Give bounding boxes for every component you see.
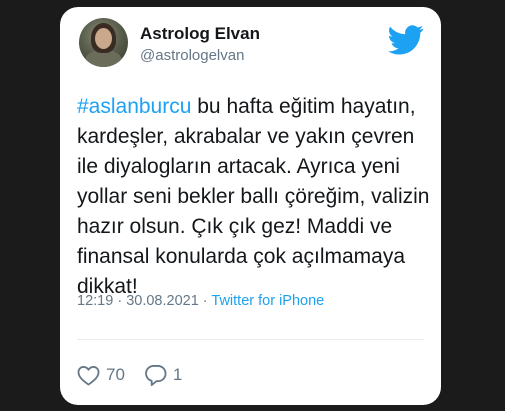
meta-separator: · bbox=[113, 293, 127, 309]
tweet-card: Astrolog Elvan @astrologelvan #aslanburc… bbox=[60, 7, 441, 405]
tweet-source-link[interactable]: Twitter for iPhone bbox=[211, 293, 324, 309]
tweet-date[interactable]: 30.08.2021 bbox=[126, 293, 199, 309]
hashtag-link[interactable]: #aslanburcu bbox=[77, 95, 191, 118]
meta-separator: · bbox=[198, 293, 212, 309]
speech-bubble-icon bbox=[145, 365, 167, 386]
twitter-bird-icon bbox=[388, 25, 424, 55]
user-name[interactable]: Astrolog Elvan bbox=[140, 24, 260, 44]
tweet-actions: 70 1 bbox=[77, 364, 201, 386]
heart-icon bbox=[77, 365, 100, 385]
tweet-body: bu hafta eğitim hayatın, kardeşler, akra… bbox=[77, 95, 430, 298]
tweet-meta: 12:19 · 30.08.2021 · Twitter for iPhone bbox=[77, 293, 324, 309]
tweet-time[interactable]: 12:19 bbox=[77, 293, 113, 309]
avatar[interactable] bbox=[79, 18, 128, 67]
tweet-text: #aslanburcu bu hafta eğitim hayatın, kar… bbox=[77, 92, 432, 302]
reply-count: 1 bbox=[172, 365, 183, 384]
like-count: 70 bbox=[106, 365, 125, 384]
reply-button[interactable]: 1 bbox=[144, 364, 182, 386]
divider bbox=[77, 339, 424, 340]
user-handle[interactable]: @astrologelvan bbox=[140, 47, 244, 64]
like-button[interactable]: 70 bbox=[77, 365, 125, 386]
